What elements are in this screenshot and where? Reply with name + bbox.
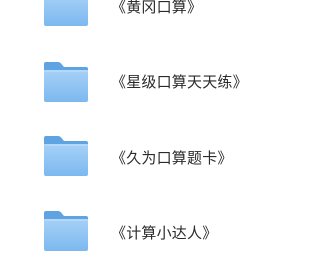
folder-icon <box>42 134 90 178</box>
folder-item[interactable]: 《久为口算题卡》 <box>0 132 333 188</box>
folder-icon <box>42 209 90 253</box>
folder-name[interactable]: 《计算小达人》 <box>111 224 217 242</box>
folder-item[interactable]: 《计算小达人》 <box>0 207 333 263</box>
folder-icon <box>42 0 90 28</box>
folder-name[interactable]: 《久为口算题卡》 <box>111 149 233 167</box>
folder-icon <box>42 60 90 104</box>
folder-name[interactable]: 《星级口算天天练》 <box>111 73 248 91</box>
file-list: 《黄冈口算》 《星级口算天天练》 《久为口算题卡》 《计算小达人》 <box>0 0 333 251</box>
folder-item[interactable]: 《星级口算天天练》 <box>0 58 333 114</box>
folder-name[interactable]: 《黄冈口算》 <box>111 0 202 16</box>
folder-item[interactable]: 《黄冈口算》 <box>0 0 333 34</box>
